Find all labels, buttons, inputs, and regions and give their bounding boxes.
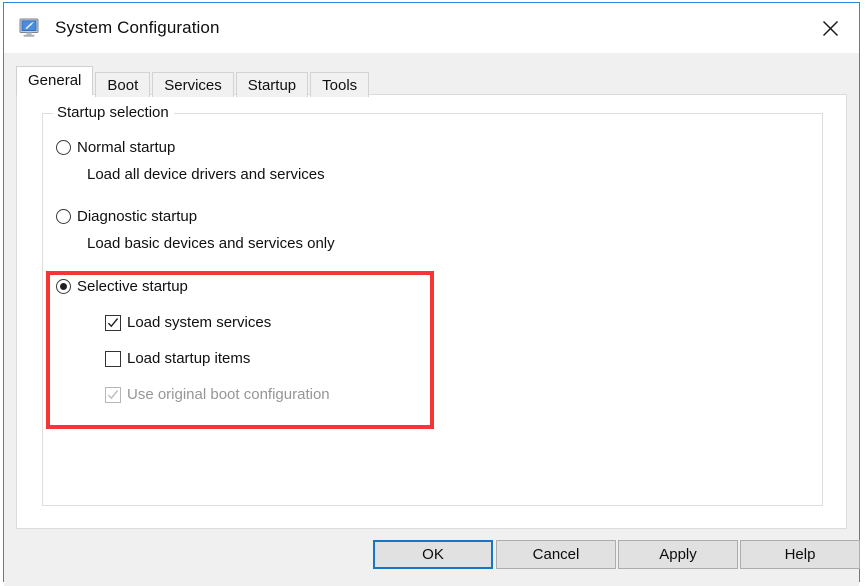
radio-normal-startup-indicator xyxy=(56,140,71,155)
checkbox-load-startup-items-label: Load startup items xyxy=(127,350,251,367)
tab-strip: General Boot Services Startup Tools xyxy=(16,66,859,97)
dialog-button-bar: OK Cancel Apply Help xyxy=(4,529,860,586)
tab-boot[interactable]: Boot xyxy=(95,72,151,97)
checkbox-load-startup-items[interactable]: Load startup items xyxy=(105,350,250,367)
checkbox-use-original-boot-configuration: Use original boot configuration xyxy=(105,386,330,403)
dialog-client-area: General Boot Services Startup Tools Star… xyxy=(4,53,860,586)
radio-normal-startup[interactable]: Normal startup xyxy=(56,139,175,156)
radio-diagnostic-startup-indicator xyxy=(56,209,71,224)
radio-normal-startup-label: Normal startup xyxy=(77,139,176,156)
radio-selective-startup[interactable]: Selective startup xyxy=(56,278,188,295)
system-configuration-icon xyxy=(18,16,43,41)
radio-selective-startup-indicator xyxy=(56,279,71,294)
tab-startup[interactable]: Startup xyxy=(235,72,309,97)
checkbox-load-system-services[interactable]: Load system services xyxy=(105,314,271,331)
tab-tools[interactable]: Tools xyxy=(310,72,370,97)
checkbox-load-system-services-label: Load system services xyxy=(127,314,272,331)
apply-button[interactable]: Apply xyxy=(618,540,738,569)
system-configuration-window: System Configuration General Boot Servic… xyxy=(3,2,860,586)
tab-general[interactable]: General xyxy=(16,66,94,95)
checkbox-load-system-services-indicator xyxy=(105,314,121,331)
radio-diagnostic-startup[interactable]: Diagnostic startup xyxy=(56,208,197,225)
window-title: System Configuration xyxy=(55,18,220,37)
screenshot-root: System Configuration General Boot Servic… xyxy=(0,0,865,586)
close-icon[interactable] xyxy=(807,4,853,52)
normal-startup-description: Load all device drivers and services xyxy=(87,166,325,183)
checkbox-load-startup-items-indicator xyxy=(105,350,121,367)
cancel-button[interactable]: Cancel xyxy=(496,540,616,569)
title-bar: System Configuration xyxy=(4,3,859,53)
startup-selection-groupbox: Startup selection Normal startup Load al… xyxy=(42,104,823,506)
tab-panel-general: Startup selection Normal startup Load al… xyxy=(16,94,847,529)
checkbox-use-original-boot-configuration-indicator xyxy=(105,386,121,403)
help-button[interactable]: Help xyxy=(740,540,860,569)
radio-diagnostic-startup-label: Diagnostic startup xyxy=(77,208,198,225)
radio-selective-startup-label: Selective startup xyxy=(77,278,188,295)
ok-button[interactable]: OK xyxy=(373,540,493,569)
checkbox-use-original-boot-configuration-label: Use original boot configuration xyxy=(127,386,330,403)
tab-services[interactable]: Services xyxy=(152,72,234,97)
startup-selection-legend: Startup selection xyxy=(53,104,174,121)
diagnostic-startup-description: Load basic devices and services only xyxy=(87,235,335,252)
